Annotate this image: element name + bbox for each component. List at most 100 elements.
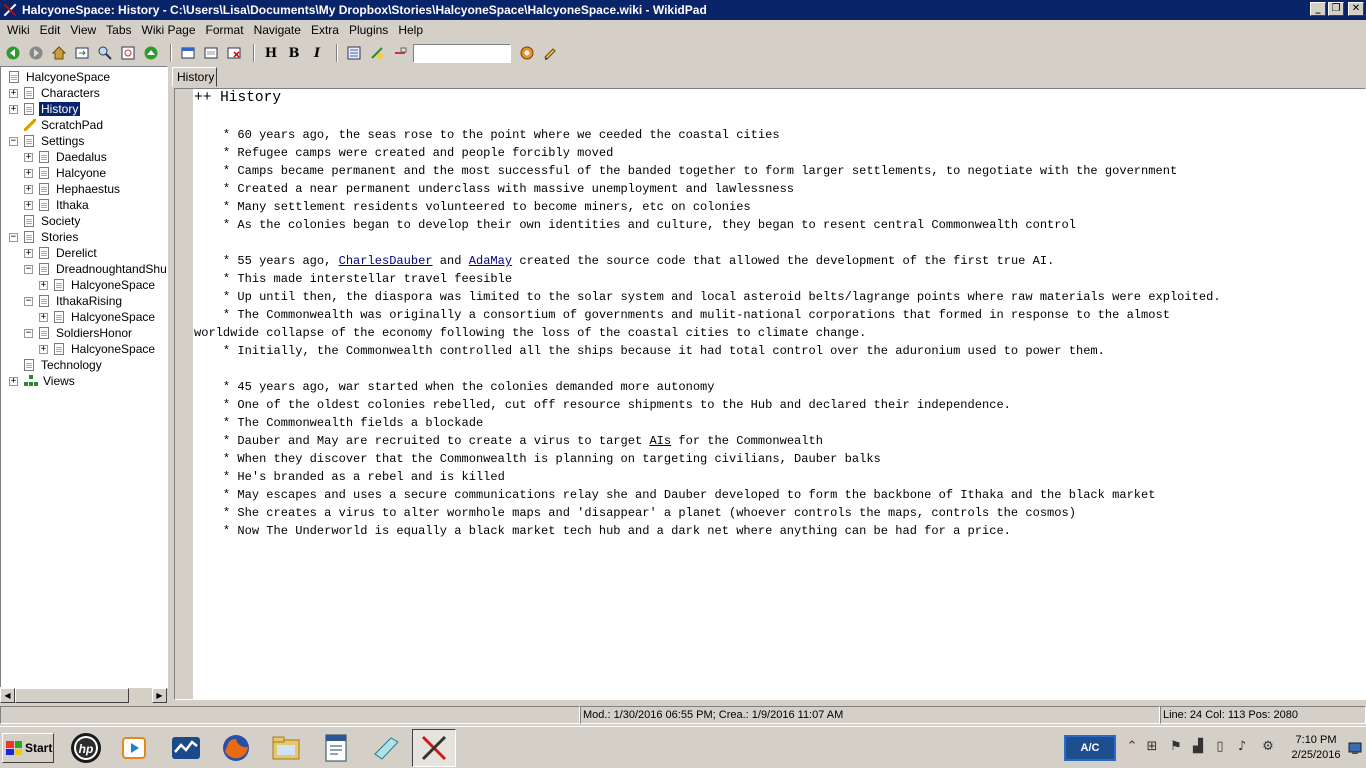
insert-button[interactable] [344,43,364,63]
expand-icon[interactable]: + [24,152,33,162]
menu-navigate[interactable]: Navigate [249,23,306,37]
taskbar-hp[interactable]: hp [64,729,108,767]
windows-icon[interactable]: ⊞ [1144,739,1160,755]
home-button[interactable] [49,43,69,63]
tree-node[interactable]: ScratchPad [9,117,105,133]
tree-node[interactable]: + Characters [9,85,102,101]
tree-node[interactable]: + Halcyone [24,165,108,181]
tree-node[interactable]: + HalcyoneSpace [39,277,157,293]
ac-tray-button[interactable]: A/C [1064,735,1116,761]
collapse-icon[interactable]: − [9,232,18,242]
start-button[interactable]: Start [2,733,54,763]
tree-horizontal-scrollbar[interactable]: ◀ ▶ [0,687,168,703]
expand-icon[interactable]: + [24,248,33,258]
wiki-link[interactable]: AdaMay [469,254,512,268]
system-clock[interactable]: 7:10 PM 2/25/2016 [1284,733,1348,763]
expand-icon[interactable]: + [24,184,33,194]
new-tab-button[interactable] [178,43,198,63]
maximize-button[interactable]: ❐ [1328,2,1344,16]
bold-button[interactable]: B [284,43,304,63]
page-editor[interactable]: ++ History * 60 years ago, the seas rose… [174,88,1366,700]
toolbar-search-input[interactable] [413,43,511,63]
scroll-thumb[interactable] [15,688,129,703]
expand-icon[interactable]: + [24,200,33,210]
tree-node[interactable]: Technology [9,357,104,373]
minimize-button[interactable]: _ [1310,2,1326,16]
wiki-tree[interactable]: HalcyoneSpace + Characters + History ScratchP… [0,66,168,688]
expand-icon[interactable]: + [39,312,48,322]
tree-node[interactable]: + HalcyoneSpace [39,341,157,357]
tab-history[interactable]: History [172,67,217,87]
expand-icon[interactable]: + [9,376,18,386]
expand-icon[interactable]: + [39,280,48,290]
search-go-button[interactable] [517,43,537,63]
expand-icon[interactable]: + [9,88,18,98]
tree-node[interactable]: − DreadnoughtandShut [24,261,167,277]
back-button[interactable] [3,43,23,63]
tree-node[interactable]: HalcyoneSpace [9,69,112,85]
menu-extra[interactable]: Extra [306,23,344,37]
tree-node[interactable]: + Hephaestus [24,181,122,197]
menu-tabs[interactable]: Tabs [101,23,136,37]
network-signal-icon[interactable]: ▟ [1190,739,1206,755]
forward-button[interactable] [26,43,46,63]
tree-node[interactable]: + Daedalus [24,149,109,165]
zoom-button[interactable] [118,43,138,63]
new-window-button[interactable] [201,43,221,63]
attach-button[interactable] [367,43,387,63]
collapse-icon[interactable]: − [24,264,33,274]
tree-node[interactable]: − Stories [9,229,80,245]
find-button[interactable] [95,43,115,63]
taskbar-wikidpad[interactable] [412,729,456,767]
taskbar-notepad[interactable] [364,729,408,767]
wikidpad-app-icon[interactable] [2,2,18,18]
collapse-icon[interactable]: − [24,328,33,338]
show-desktop-icon[interactable] [1348,741,1362,755]
taskbar-document[interactable] [314,729,358,767]
up-button[interactable] [141,43,161,63]
tree-node[interactable]: − IthakaRising [24,293,124,309]
scroll-right-arrow-icon[interactable]: ▶ [152,688,167,703]
volume-icon[interactable]: ♪ [1234,739,1250,755]
goto-page-button[interactable] [72,43,92,63]
expand-icon[interactable]: + [9,104,18,114]
zoom-icon [121,46,135,60]
close-tab-button[interactable] [224,43,244,63]
taskbar-explorer[interactable] [264,729,308,767]
menu-format[interactable]: Format [201,23,249,37]
tree-node[interactable]: Society [9,213,82,229]
menu-view[interactable]: View [65,23,101,37]
menu-wiki[interactable]: Wiki [2,23,35,37]
remove-button[interactable] [390,43,410,63]
expand-icon[interactable]: + [39,344,48,354]
tree-node[interactable]: + History [9,101,81,117]
menu-wiki-page[interactable]: Wiki Page [137,23,201,37]
tree-node[interactable]: + Derelict [24,245,99,261]
show-hidden-icons-icon[interactable]: ⌃ [1124,739,1140,755]
taskbar-stock[interactable] [164,729,208,767]
action-center-flag-icon[interactable]: ⚑ [1168,739,1184,755]
tree-node[interactable]: + Views [9,373,77,389]
settings-gear-icon[interactable]: ⚙ [1260,739,1276,755]
taskbar-media[interactable] [112,729,156,767]
expand-icon[interactable]: + [24,168,33,178]
power-icon[interactable]: ▯ [1212,739,1228,755]
tree-node[interactable]: − Settings [9,133,86,149]
scroll-left-arrow-icon[interactable]: ◀ [0,688,15,703]
wiki-link[interactable]: CharlesDauber [339,254,433,268]
collapse-icon[interactable]: − [24,296,33,306]
taskbar-firefox[interactable] [214,729,258,767]
wiki-word-button[interactable] [540,43,560,63]
close-button[interactable]: ✕ [1348,2,1364,16]
heading-button[interactable]: H [261,43,281,63]
italic-button[interactable]: I [307,43,327,63]
tree-node[interactable]: + Ithaka [24,197,91,213]
wiki-link[interactable]: AIs [649,434,671,448]
menu-plugins[interactable]: Plugins [344,23,393,37]
tree-node[interactable]: − SoldiersHonor [24,325,134,341]
collapse-icon[interactable]: − [9,136,18,146]
menu-edit[interactable]: Edit [35,23,66,37]
tree-node[interactable]: + HalcyoneSpace [39,309,157,325]
menu-help[interactable]: Help [393,23,428,37]
editor-line: * He's branded as a rebel and is killed [194,470,505,484]
